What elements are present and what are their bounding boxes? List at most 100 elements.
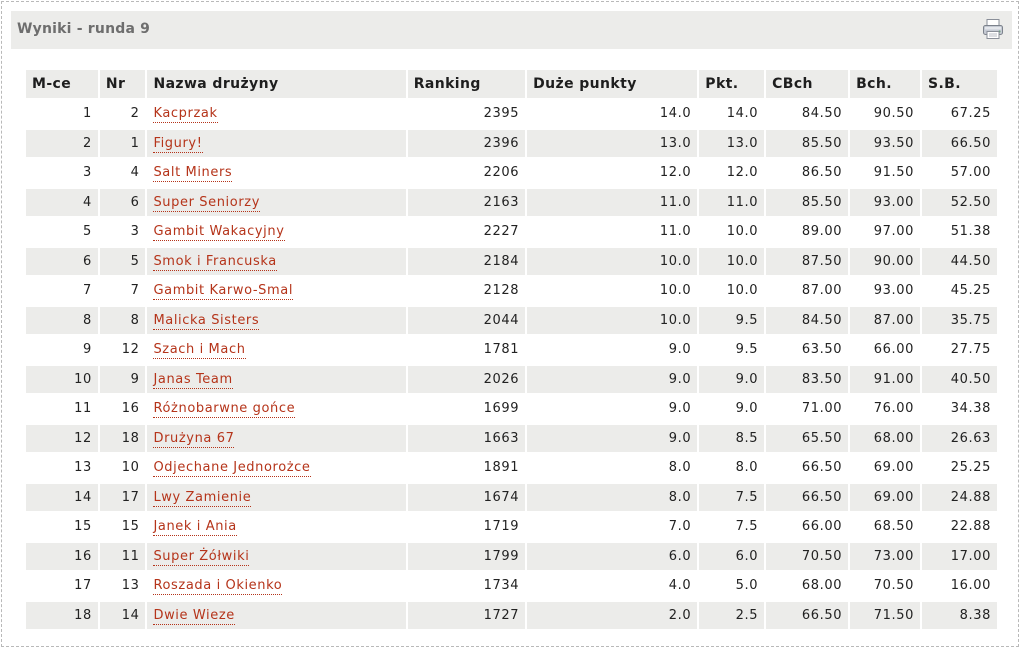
team-link[interactable]: Odjechane Jednorożce: [153, 460, 311, 478]
place-cell: 2: [26, 129, 98, 157]
bch-cell: 91.50: [850, 159, 920, 187]
team-name-cell: Szach i Mach: [147, 336, 406, 364]
place-cell: 10: [26, 365, 98, 393]
column-header-big-points[interactable]: Duże punkty: [527, 70, 698, 98]
bch-cell: 66.00: [850, 336, 920, 364]
team-link[interactable]: Janek i Ania: [153, 519, 237, 537]
cbch-cell: 65.50: [766, 424, 849, 452]
sb-cell: 44.50: [921, 247, 997, 275]
team-link[interactable]: Smok i Francuska: [153, 253, 277, 271]
ranking-cell: 2128: [407, 277, 526, 305]
bch-cell: 70.50: [850, 572, 920, 600]
team-link[interactable]: Gambit Karwo-Smal: [153, 283, 294, 301]
team-name-cell: Malicka Sisters: [147, 306, 406, 334]
sb-cell: 17.00: [921, 542, 997, 570]
column-header-sb[interactable]: S.B.: [921, 70, 997, 98]
sb-cell: 35.75: [921, 306, 997, 334]
team-link[interactable]: Gambit Wakacyjny: [153, 224, 285, 242]
sb-cell: 25.25: [921, 454, 997, 482]
points-cell: 10.0: [699, 218, 765, 246]
points-cell: 10.0: [699, 247, 765, 275]
cbch-cell: 63.50: [766, 336, 849, 364]
team-name-cell: Figury!: [147, 129, 406, 157]
sb-cell: 34.38: [921, 395, 997, 423]
team-link[interactable]: Malicka Sisters: [153, 312, 260, 330]
number-cell: 17: [99, 483, 146, 511]
results-table: M-ce Nr Nazwa drużyny Ranking Duże punkt…: [24, 68, 999, 631]
sb-cell: 40.50: [921, 365, 997, 393]
cbch-cell: 70.50: [766, 542, 849, 570]
ranking-cell: 1719: [407, 513, 526, 541]
place-cell: 3: [26, 159, 98, 187]
big-points-cell: 9.0: [527, 424, 698, 452]
team-link[interactable]: Salt Miners: [153, 165, 233, 183]
column-header-bch[interactable]: Bch.: [850, 70, 920, 98]
number-cell: 18: [99, 424, 146, 452]
big-points-cell: 11.0: [527, 188, 698, 216]
sb-cell: 67.25: [921, 100, 997, 128]
column-header-number[interactable]: Nr: [99, 70, 146, 98]
team-link[interactable]: Roszada i Okienko: [153, 578, 283, 596]
points-cell: 7.5: [699, 483, 765, 511]
team-name-cell: Kacprzak: [147, 100, 406, 128]
points-cell: 10.0: [699, 277, 765, 305]
points-cell: 8.5: [699, 424, 765, 452]
table-row: 11 16 Różnobarwne gońce 1699 9.0 9.0 71.00 76.0…: [26, 395, 997, 423]
bch-cell: 90.50: [850, 100, 920, 128]
points-cell: 2.5: [699, 601, 765, 629]
number-cell: 6: [99, 188, 146, 216]
ranking-cell: 1674: [407, 483, 526, 511]
cbch-cell: 84.50: [766, 306, 849, 334]
place-cell: 6: [26, 247, 98, 275]
ranking-cell: 1891: [407, 454, 526, 482]
bch-cell: 68.50: [850, 513, 920, 541]
bch-cell: 93.50: [850, 129, 920, 157]
table-row: 8 8 Malicka Sisters 2044 10.0 9.5 84.50 87.00 35…: [26, 306, 997, 334]
team-name-cell: Roszada i Okienko: [147, 572, 406, 600]
column-header-team-name[interactable]: Nazwa drużyny: [147, 70, 406, 98]
sb-cell: 8.38: [921, 601, 997, 629]
number-cell: 14: [99, 601, 146, 629]
column-header-cbch[interactable]: CBch: [766, 70, 849, 98]
cbch-cell: 71.00: [766, 395, 849, 423]
team-link[interactable]: Janas Team: [153, 371, 233, 389]
panel-header: Wyniki - runda 9: [11, 11, 1012, 49]
sb-cell: 57.00: [921, 159, 997, 187]
cbch-cell: 84.50: [766, 100, 849, 128]
points-cell: 11.0: [699, 188, 765, 216]
table-row: 12 18 Drużyna 67 1663 9.0 8.5 65.50 68.00 26.63: [26, 424, 997, 452]
team-link[interactable]: Szach i Mach: [153, 342, 246, 360]
column-header-ranking[interactable]: Ranking: [407, 70, 526, 98]
place-cell: 11: [26, 395, 98, 423]
points-cell: 7.5: [699, 513, 765, 541]
team-link[interactable]: Różnobarwne gońce: [153, 401, 296, 419]
column-header-points[interactable]: Pkt.: [699, 70, 765, 98]
team-link[interactable]: Lwy Zamienie: [153, 489, 252, 507]
team-link[interactable]: Drużyna 67: [153, 430, 235, 448]
ranking-cell: 1663: [407, 424, 526, 452]
printer-icon[interactable]: [981, 17, 1005, 41]
cbch-cell: 87.00: [766, 277, 849, 305]
team-link[interactable]: Dwie Wieze: [153, 607, 235, 625]
team-link[interactable]: Kacprzak: [153, 106, 218, 124]
cbch-cell: 83.50: [766, 365, 849, 393]
page-title: Wyniki - runda 9: [17, 21, 151, 37]
big-points-cell: 11.0: [527, 218, 698, 246]
team-link[interactable]: Figury!: [153, 135, 203, 153]
big-points-cell: 2.0: [527, 601, 698, 629]
table-row: 17 13 Roszada i Okienko 1734 4.0 5.0 68.00 70.5…: [26, 572, 997, 600]
points-cell: 9.0: [699, 395, 765, 423]
team-link[interactable]: Super Seniorzy: [153, 194, 260, 212]
team-name-cell: Gambit Karwo-Smal: [147, 277, 406, 305]
points-cell: 6.0: [699, 542, 765, 570]
column-header-place[interactable]: M-ce: [26, 70, 98, 98]
table-row: 13 10 Odjechane Jednorożce 1891 8.0 8.0 66.50 6…: [26, 454, 997, 482]
bch-cell: 73.00: [850, 542, 920, 570]
sb-cell: 26.63: [921, 424, 997, 452]
cbch-cell: 66.50: [766, 483, 849, 511]
team-link[interactable]: Super Żółwiki: [153, 548, 250, 566]
bch-cell: 91.00: [850, 365, 920, 393]
table-row: 9 12 Szach i Mach 1781 9.0 9.5 63.50 66.00 27.75: [26, 336, 997, 364]
ranking-cell: 2396: [407, 129, 526, 157]
sb-cell: 45.25: [921, 277, 997, 305]
